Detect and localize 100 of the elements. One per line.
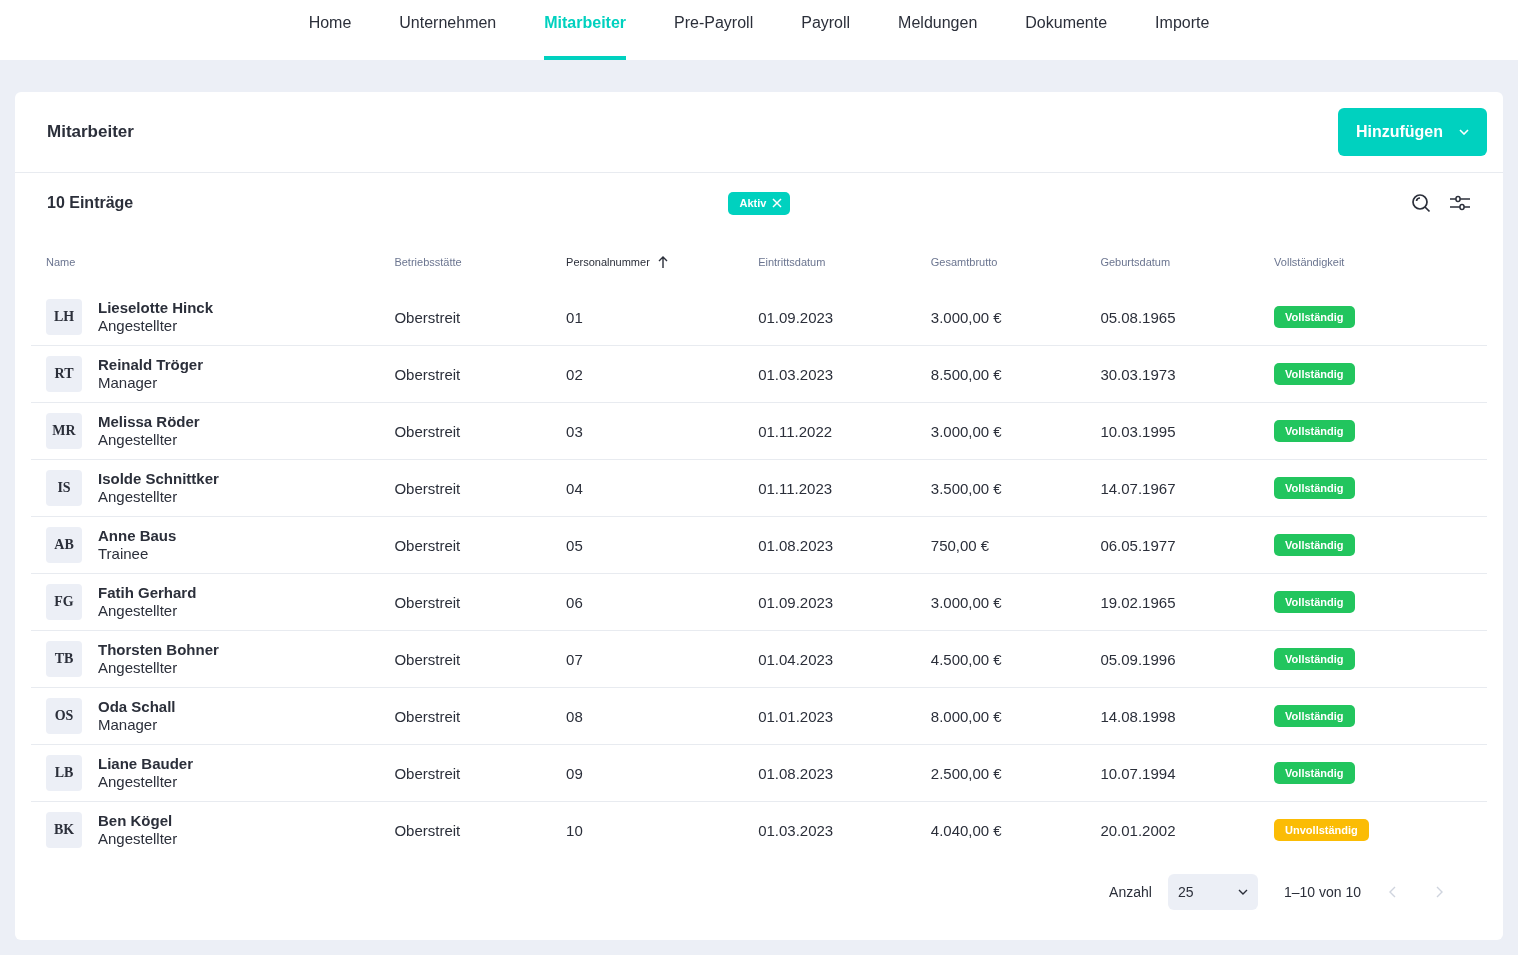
employee-name[interactable]: Isolde Schnittker [98, 470, 219, 488]
employee-role: Angestellter [98, 830, 178, 848]
status-badge: Vollständig [1274, 363, 1355, 385]
employee-role: Trainee [98, 545, 150, 563]
employee-name[interactable]: Ben Kögel [98, 812, 178, 830]
site-cell: Oberstreit [394, 764, 461, 782]
status-badge: Vollständig [1274, 648, 1355, 670]
site-cell: Oberstreit [394, 365, 461, 383]
page-range: 1–10 von 10 [1283, 884, 1361, 900]
site-cell: Oberstreit [394, 821, 461, 839]
column-header[interactable]: Eintrittsdatum [758, 256, 826, 268]
date-cell: 01.11.2022 [758, 422, 833, 440]
column-header[interactable]: Personalnummer [566, 256, 668, 268]
date-cell: 19.02.1965 [1100, 593, 1176, 611]
date-cell: 05.09.1996 [1100, 650, 1176, 668]
amount-cell: 3.000,00 € [930, 593, 1002, 611]
date-cell: 01.04.2023 [758, 650, 834, 668]
avatar: BK [46, 812, 82, 848]
number-cell: 06 [566, 593, 583, 611]
caret-icon [1459, 129, 1469, 135]
date-cell: 01.03.2023 [758, 365, 834, 383]
site-cell: Oberstreit [394, 479, 461, 497]
filter-settings-button[interactable] [1449, 193, 1471, 213]
number-cell: 01 [566, 308, 583, 326]
sort-arrow-icon [657, 256, 668, 268]
employee-role: Angestellter [98, 602, 179, 620]
nav-tab[interactable]: Meldungen [898, 0, 978, 60]
employee-role: Angestellter [98, 773, 179, 791]
nav-tab[interactable]: Unternehmen [399, 0, 497, 60]
amount-cell: 3.000,00 € [930, 422, 1002, 440]
employee-name[interactable]: Anne Baus [98, 527, 177, 545]
column-header[interactable]: Gesamtbrutto [930, 256, 998, 268]
status-badge: Unvollständig [1274, 819, 1369, 841]
date-cell: 01.01.2023 [758, 707, 834, 725]
nav-tab[interactable]: Importe [1155, 0, 1210, 60]
employee-name[interactable]: Lieselotte Hinck [98, 299, 214, 317]
avatar: RT [46, 356, 82, 392]
date-cell: 01.08.2023 [758, 536, 834, 554]
amount-cell: 750,00 € [930, 536, 990, 554]
number-cell: 09 [566, 764, 583, 782]
search-icon [1411, 193, 1431, 213]
employee-role: Angestellter [98, 317, 179, 335]
number-cell: 02 [566, 365, 583, 383]
amount-cell: 3.000,00 € [930, 308, 1002, 326]
employee-name[interactable]: Thorsten Bohner [98, 641, 219, 659]
nav-tab[interactable]: Pre-Payroll [674, 0, 754, 60]
site-cell: Oberstreit [394, 593, 461, 611]
site-cell: Oberstreit [394, 707, 461, 725]
date-cell: 10.07.1994 [1100, 764, 1176, 782]
employee-role: Angestellter [98, 431, 179, 449]
amount-cell: 4.040,00 € [930, 821, 1002, 839]
employee-name[interactable]: Fatih Gerhard [98, 584, 197, 602]
column-header[interactable]: Betriebsstätte [394, 256, 462, 268]
number-cell: 08 [566, 707, 583, 725]
number-cell: 03 [566, 422, 583, 440]
avatar: FG [46, 584, 82, 620]
status-badge: Vollständig [1274, 306, 1355, 328]
nav-tab[interactable]: Payroll [801, 0, 851, 60]
employee-name[interactable]: Melissa Röder [98, 413, 200, 431]
amount-cell: 8.500,00 € [930, 365, 1002, 383]
employee-name[interactable]: Reinald Tröger [98, 356, 204, 374]
date-cell: 01.08.2023 [758, 764, 834, 782]
nav-tab[interactable]: Dokumente [1025, 0, 1108, 60]
amount-cell: 2.500,00 € [930, 764, 1002, 782]
site-cell: Oberstreit [394, 422, 461, 440]
page-size-label: Anzahl [1109, 884, 1152, 900]
search-button[interactable] [1411, 193, 1431, 213]
number-cell: 10 [566, 821, 583, 839]
avatar: LH [46, 299, 82, 335]
date-cell: 01.11.2023 [758, 479, 833, 497]
column-header[interactable]: Vollständigkeit [1274, 256, 1345, 268]
status-badge: Vollständig [1274, 420, 1355, 442]
number-cell: 07 [566, 650, 583, 668]
employee-name[interactable]: Liane Bauder [98, 755, 194, 773]
employee-name[interactable]: Oda Schall [98, 698, 176, 716]
date-cell: 10.03.1995 [1100, 422, 1176, 440]
avatar: LB [46, 755, 82, 791]
site-cell: Oberstreit [394, 650, 461, 668]
date-cell: 14.08.1998 [1100, 707, 1176, 725]
date-cell: 20.01.2002 [1100, 821, 1176, 839]
amount-cell: 4.500,00 € [930, 650, 1002, 668]
date-cell: 30.03.1973 [1100, 365, 1176, 383]
date-cell: 01.09.2023 [758, 593, 834, 611]
employee-role: Manager [98, 374, 159, 392]
number-cell: 05 [566, 536, 583, 554]
avatar: IS [46, 470, 82, 506]
date-cell: 01.09.2023 [758, 308, 834, 326]
column-header[interactable]: Geburtsdatum [1100, 256, 1171, 268]
site-cell: Oberstreit [394, 536, 461, 554]
status-badge: Vollständig [1274, 591, 1355, 613]
card-title: Mitarbeiter [47, 122, 134, 142]
status-badge: Vollständig [1274, 762, 1355, 784]
number-cell: 04 [566, 479, 583, 497]
date-cell: 05.08.1965 [1100, 308, 1176, 326]
status-badge: Vollständig [1274, 477, 1355, 499]
page-size-select[interactable]: 25 [1167, 874, 1258, 910]
column-header[interactable]: Name [46, 256, 76, 268]
nav-tab[interactable]: Home [308, 0, 352, 60]
employee-role: Angestellter [98, 488, 179, 506]
avatar: AB [46, 527, 82, 563]
